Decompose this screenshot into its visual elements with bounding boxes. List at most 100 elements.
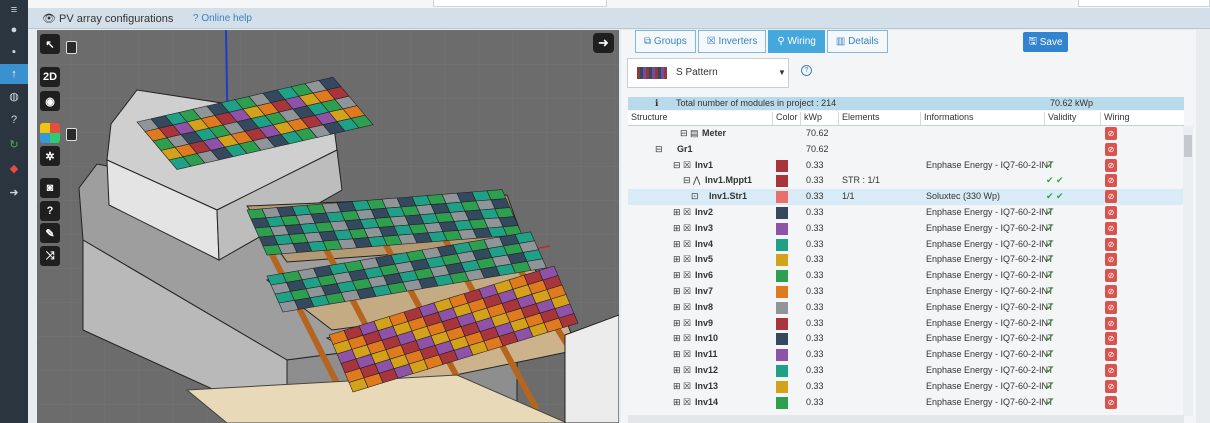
page-scrollbar[interactable] bbox=[1196, 30, 1210, 423]
table-row[interactable]: ⊟ Gr1 70.62 ⊘ bbox=[628, 142, 1184, 158]
tab-inverters[interactable]: ☒ Inverters bbox=[697, 30, 767, 53]
table-row[interactable]: ⊞ ☒ Inv3 0.33 Enphase Energy - IQ7-60-2-INT… bbox=[628, 221, 1184, 237]
palette-toggle[interactable] bbox=[66, 128, 77, 141]
arrow-circle-icon[interactable]: ➜ bbox=[0, 182, 28, 202]
col-elements[interactable]: Elements bbox=[838, 112, 880, 125]
color-swatch[interactable] bbox=[776, 317, 788, 330]
question-icon[interactable]: ? bbox=[0, 110, 28, 130]
table-row[interactable]: ⊞ ☒ Inv13 0.33 Enphase Energy - IQ7-60-2-IN… bbox=[628, 379, 1184, 395]
scroll-thumb[interactable] bbox=[1184, 135, 1192, 157]
wiring-button[interactable]: ⊘ bbox=[1105, 316, 1117, 330]
color-swatch[interactable] bbox=[776, 285, 788, 298]
inv-icon[interactable]: ⊞ ☒ bbox=[673, 223, 691, 234]
table-row[interactable]: ⊞ ☒ Inv2 0.33 Enphase Energy - IQ7-60-2-INT… bbox=[628, 205, 1184, 221]
3d-viewport[interactable]: ↖ 2D ◉ ✲ ◙ ? ✎ ⤨ ➜ bbox=[37, 30, 619, 423]
wiring-button[interactable]: ⊘ bbox=[1105, 379, 1117, 393]
table-row[interactable]: ⊞ ☒ Inv9 0.33 Enphase Energy - IQ7-60-2-INT… bbox=[628, 316, 1184, 332]
edit-icon[interactable]: ✎ bbox=[40, 223, 60, 243]
col-validity[interactable]: Validity bbox=[1044, 112, 1076, 125]
table-row[interactable]: ⊞ ☒ Inv10 0.33 Enphase Energy - IQ7-60-2-IN… bbox=[628, 331, 1184, 347]
col-informations[interactable]: Informations bbox=[920, 112, 974, 125]
inv-icon[interactable]: ⊞ ☒ bbox=[673, 286, 691, 297]
tab-groups[interactable]: ⧉ Groups bbox=[635, 30, 696, 53]
upload-icon[interactable]: ↑ bbox=[0, 64, 28, 84]
wiring-button[interactable]: ⊘ bbox=[1105, 158, 1117, 172]
inv-icon[interactable]: ⊞ ☒ bbox=[673, 302, 691, 313]
wiring-button[interactable]: ⊘ bbox=[1105, 127, 1117, 140]
inv-icon[interactable]: ⊞ ☒ bbox=[673, 318, 691, 329]
refresh-icon[interactable]: ↻ bbox=[0, 134, 28, 154]
magic-icon[interactable]: ✲ bbox=[40, 146, 60, 166]
color-swatch[interactable] bbox=[776, 175, 788, 188]
color-palette-icon[interactable] bbox=[40, 123, 60, 143]
horizontal-scrollbar[interactable] bbox=[628, 415, 1184, 423]
wiring-button[interactable]: ⊘ bbox=[1105, 348, 1117, 362]
wiring-button[interactable]: ⊘ bbox=[1105, 300, 1117, 314]
question-icon[interactable]: ? bbox=[801, 65, 812, 76]
table-row[interactable]: ⊟ ⋀ Inv1.Mppt1 0.33 STR : 1/1 ✔ ✔ ⊘ bbox=[628, 173, 1184, 189]
table-row[interactable]: ⊞ ☒ Inv11 0.33 Enphase Energy - IQ7-60-2-IN… bbox=[628, 347, 1184, 363]
table-row[interactable]: ⊞ ☒ Inv14 0.33 Enphase Energy - IQ7-60-2-IN… bbox=[628, 395, 1184, 411]
online-help-link[interactable]: ? Online help bbox=[193, 13, 252, 24]
table-row[interactable]: ⊞ ☒ Inv4 0.33 Enphase Energy - IQ7-60-2-INT… bbox=[628, 237, 1184, 253]
wiring-button[interactable]: ⊘ bbox=[1105, 253, 1117, 267]
color-swatch[interactable] bbox=[776, 254, 788, 267]
col-color[interactable]: Color bbox=[772, 112, 798, 125]
small-toggle[interactable] bbox=[66, 41, 77, 54]
user-icon[interactable]: ● bbox=[0, 20, 28, 40]
wiring-button[interactable]: ⊘ bbox=[1105, 205, 1117, 219]
inv-icon[interactable]: ⊞ ☒ bbox=[673, 333, 691, 344]
col-kwp[interactable]: kWp bbox=[800, 112, 822, 125]
inv-icon[interactable]: ⊞ ☒ bbox=[673, 365, 691, 376]
table-row[interactable]: ⊞ ☒ Inv8 0.33 Enphase Energy - IQ7-60-2-INT… bbox=[628, 300, 1184, 316]
col-structure[interactable]: Structure bbox=[628, 112, 668, 125]
inv-icon[interactable]: ⊞ ☒ bbox=[673, 381, 691, 392]
wiring-button[interactable]: ⊘ bbox=[1105, 142, 1117, 156]
table-row[interactable]: ⊡ Inv1.Str1 0.33 1/1 Soluxtec (330 Wp) ✔ ✔ ⊘ bbox=[628, 189, 1184, 205]
wiring-button[interactable]: ⊘ bbox=[1105, 190, 1117, 204]
meter-icon[interactable]: ⊟ ▤ bbox=[680, 128, 699, 139]
wiring-button[interactable]: ⊘ bbox=[1105, 395, 1117, 409]
database-icon[interactable]: ≡ bbox=[0, 0, 28, 20]
2d-button[interactable]: 2D bbox=[40, 67, 60, 87]
inv-icon[interactable]: ⊞ ☒ bbox=[673, 254, 691, 265]
wiring-button[interactable]: ⊘ bbox=[1105, 221, 1117, 235]
color-swatch[interactable] bbox=[776, 380, 788, 393]
col-wiring[interactable]: Wiring bbox=[1100, 112, 1130, 125]
table-row[interactable]: ⊟ ☒ Inv1 0.33 Enphase Energy - IQ7-60-2-INT… bbox=[628, 158, 1184, 174]
inv-icon[interactable]: ⊞ ☒ bbox=[673, 349, 691, 360]
pattern-select[interactable]: S Pattern ▼ bbox=[627, 58, 789, 88]
color-swatch[interactable] bbox=[776, 191, 788, 204]
color-swatch[interactable] bbox=[776, 349, 788, 362]
tab-details[interactable]: ▥ Details bbox=[826, 30, 888, 53]
color-swatch[interactable] bbox=[776, 238, 788, 251]
wiring-button[interactable]: ⊘ bbox=[1105, 363, 1117, 377]
inv-icon[interactable]: ⊟ ☒ bbox=[673, 160, 691, 171]
inv-icon[interactable]: ⊞ ☒ bbox=[673, 270, 691, 281]
table-row[interactable]: ⊞ ☒ Inv12 0.33 Enphase Energy - IQ7-60-2-IN… bbox=[628, 363, 1184, 379]
eye-icon[interactable]: ◉ bbox=[40, 91, 60, 111]
color-swatch[interactable] bbox=[776, 206, 788, 219]
shuffle-icon[interactable]: ⤨ bbox=[40, 246, 60, 266]
color-swatch[interactable] bbox=[776, 222, 788, 235]
cart-icon[interactable]: ▪ bbox=[0, 42, 28, 62]
wiring-button[interactable]: ⊘ bbox=[1105, 284, 1117, 298]
color-swatch[interactable] bbox=[776, 270, 788, 283]
arrow-right-icon[interactable]: ➜ bbox=[593, 33, 614, 53]
color-swatch[interactable] bbox=[776, 159, 788, 172]
wiring-button[interactable]: ⊘ bbox=[1105, 332, 1117, 346]
tab-wiring[interactable]: ⚲ Wiring bbox=[768, 30, 825, 53]
color-swatch[interactable] bbox=[776, 333, 788, 346]
table-row[interactable]: ⊞ ☒ Inv5 0.33 Enphase Energy - IQ7-60-2-INT… bbox=[628, 252, 1184, 268]
wiring-button[interactable]: ⊘ bbox=[1105, 174, 1117, 188]
table-row[interactable]: ⊞ ☒ Inv7 0.33 Enphase Energy - IQ7-60-2-INT… bbox=[628, 284, 1184, 300]
project-field[interactable] bbox=[433, 0, 607, 7]
table-row[interactable]: ⊞ ☒ Inv6 0.33 Enphase Energy - IQ7-60-2-INT… bbox=[628, 268, 1184, 284]
user-field[interactable] bbox=[1078, 0, 1210, 7]
cursor-tool[interactable]: ↖ bbox=[40, 34, 60, 54]
solar-icon[interactable]: ◆ bbox=[0, 158, 28, 178]
vertical-scrollbar[interactable] bbox=[1183, 126, 1193, 416]
mppt-icon[interactable]: ⊟ ⋀ bbox=[683, 175, 700, 186]
inv-icon[interactable]: ⊞ ☒ bbox=[673, 207, 691, 218]
wiring-button[interactable]: ⊘ bbox=[1105, 237, 1117, 251]
